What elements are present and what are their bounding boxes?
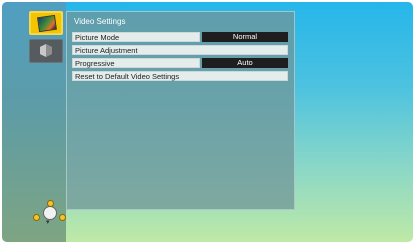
video-settings-panel: Video Settings Picture Mode Normal Pictu…	[66, 11, 295, 210]
dpad-right-dot	[59, 214, 66, 221]
progressive-value[interactable]: Auto	[202, 58, 288, 68]
dpad-top-dot	[47, 200, 54, 207]
picture-mode-label: Picture Mode	[72, 32, 200, 42]
menu-row-picture-adjustment[interactable]: Picture Adjustment	[72, 45, 288, 55]
menu-row-picture-mode[interactable]: Picture Mode Normal	[72, 32, 288, 42]
screen: ▾ Video Settings Picture Mode Normal Pic…	[2, 2, 413, 242]
cube-icon[interactable]	[29, 39, 63, 63]
dpad-left-dot	[33, 214, 40, 221]
dpad-navigation-icon: ▾	[32, 200, 68, 228]
sidebar: ▾	[2, 2, 66, 242]
video-settings-icon[interactable]	[29, 11, 63, 35]
menu-row-reset-defaults[interactable]: Reset to Default Video Settings	[72, 71, 288, 81]
menu-row-progressive[interactable]: Progressive Auto	[72, 58, 288, 68]
picture-adjustment-label: Picture Adjustment	[72, 45, 288, 55]
picture-mode-value[interactable]: Normal	[202, 32, 288, 42]
picture-icon	[37, 14, 57, 33]
cube-shape	[40, 44, 52, 57]
panel-title: Video Settings	[74, 17, 126, 26]
progressive-label: Progressive	[72, 58, 200, 68]
dpad-down-arrow-icon: ▾	[46, 218, 50, 226]
reset-defaults-label: Reset to Default Video Settings	[72, 71, 288, 81]
